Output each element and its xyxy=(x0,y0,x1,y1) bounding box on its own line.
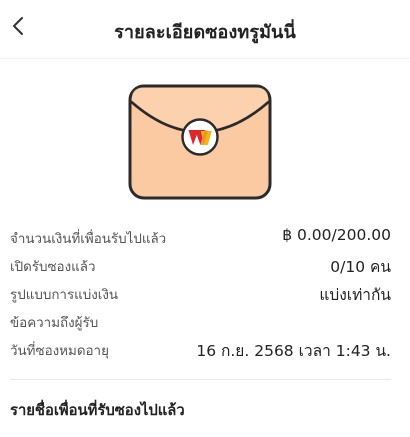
top-bar: รายละเอียดซองทรูมันนี่ xyxy=(0,0,410,58)
page-title: รายละเอียดซองทรูมันนี่ xyxy=(114,22,296,43)
detail-row-opened-count: เปิดรับซองแล้ว 0/10 คน xyxy=(10,252,391,280)
detail-label: จำนวนเงินที่เพื่อนรับไปแล้ว xyxy=(10,232,167,247)
envelope-details: จำนวนเงินที่เพื่อนรับไปแล้ว ฿ 0.00/200.0… xyxy=(10,224,391,364)
detail-label: รูปแบบการแบ่งเงิน xyxy=(10,288,119,303)
red-envelope-icon xyxy=(128,84,272,200)
detail-label: เปิดรับซองแล้ว xyxy=(10,260,96,275)
detail-row-amount-received: จำนวนเงินที่เพื่อนรับไปแล้ว ฿ 0.00/200.0… xyxy=(10,224,391,252)
detail-value: 16 ก.ย. 2568 เวลา 1:43 น. xyxy=(196,342,391,360)
section-divider xyxy=(10,379,391,380)
detail-row-split-type: รูปแบบการแบ่งเงิน แบ่งเท่ากัน xyxy=(10,280,391,308)
detail-value: ฿ 0.00/200.00 xyxy=(282,226,391,244)
detail-label: วันที่ซองหมดอายุ xyxy=(10,344,109,359)
detail-row-expiry: วันที่ซองหมดอายุ 16 ก.ย. 2568 เวลา 1:43 … xyxy=(10,336,391,364)
header-divider xyxy=(0,58,410,59)
detail-value: แบ่งเท่ากัน xyxy=(319,286,391,304)
receivers-section-title: รายชื่อเพื่อนที่รับซองไปแล้ว xyxy=(10,402,185,419)
detail-label: ข้อความถึงผู้รับ xyxy=(10,316,99,331)
envelope-detail-screen: รายละเอียดซองทรูมันนี่ จำนวนเงินที่เพื่อ… xyxy=(0,0,410,437)
detail-row-message: ข้อความถึงผู้รับ xyxy=(10,308,391,336)
detail-value: 0/10 คน xyxy=(330,258,391,276)
